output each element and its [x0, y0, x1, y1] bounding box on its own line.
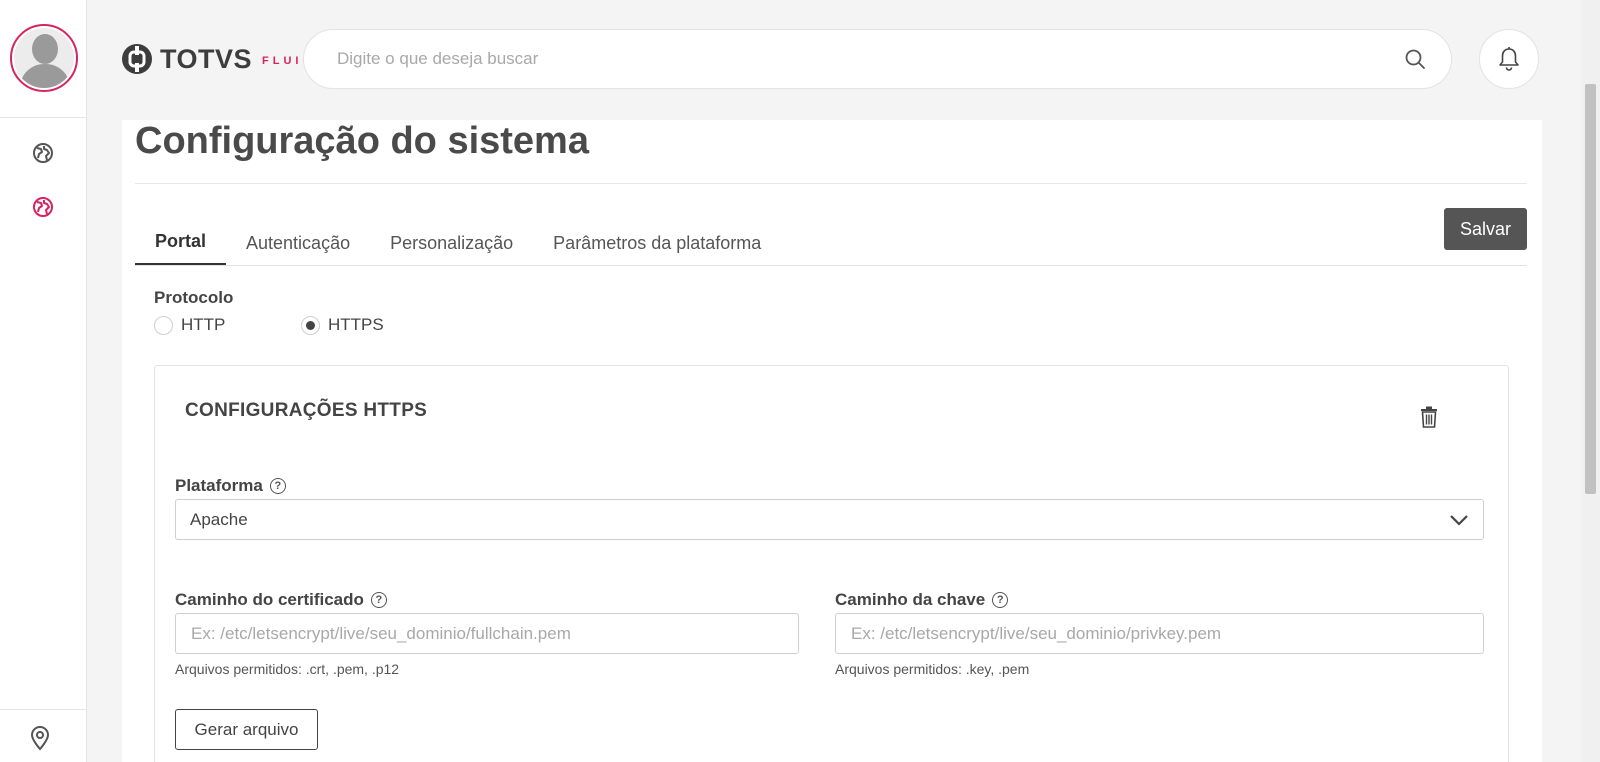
cert-path-label: Caminho do certificado ?	[175, 590, 387, 610]
sidebar-divider	[0, 709, 87, 710]
help-icon[interactable]: ?	[370, 592, 387, 608]
tab-autenticacao[interactable]: Autenticação	[226, 220, 370, 266]
key-path-label: Caminho da chave ?	[835, 590, 1009, 610]
system-config-card: Configuração do sistema Portal Autentica…	[122, 120, 1542, 762]
help-icon[interactable]: ?	[269, 478, 286, 494]
platform-select[interactable]: Apache	[175, 499, 1484, 540]
tabs-divider	[135, 265, 1527, 266]
tab-portal[interactable]: Portal	[135, 220, 227, 266]
radio-http-circle[interactable]	[154, 315, 173, 335]
radio-https[interactable]: HTTPS	[301, 315, 384, 335]
totvs-logo-icon	[122, 44, 152, 74]
sidebar-item-location[interactable]	[28, 726, 52, 751]
platform-label-text: Plataforma	[175, 476, 263, 495]
sidebar-divider	[0, 117, 87, 118]
key-path-label-text: Caminho da chave	[835, 590, 986, 609]
avatar-image	[14, 28, 74, 88]
cert-path-label-text: Caminho do certificado	[175, 590, 364, 609]
radio-https-label: HTTPS	[328, 315, 384, 334]
key-path-input[interactable]	[835, 613, 1484, 654]
logo-text: TOTVS	[160, 43, 253, 74]
help-icon[interactable]: ?	[992, 592, 1009, 608]
app-root: TOTVS FLUIG Configuração do sistema Port…	[0, 0, 1600, 762]
cert-path-input[interactable]	[175, 613, 799, 654]
sidebar-item-globe[interactable]	[31, 141, 55, 165]
search-input[interactable]	[337, 49, 1401, 69]
trash-icon	[1421, 406, 1437, 428]
globe-icon	[33, 197, 53, 217]
chevron-down-icon	[1450, 514, 1468, 526]
notifications-button[interactable]	[1479, 29, 1539, 89]
sidebar-item-globe-active[interactable]	[31, 195, 55, 219]
search-button[interactable]	[1401, 45, 1429, 73]
tab-personalizacao[interactable]: Personalização	[370, 220, 533, 266]
generate-file-button[interactable]: Gerar arquivo	[175, 709, 318, 750]
radio-http[interactable]: HTTP	[154, 315, 225, 335]
page-title: Configuração do sistema	[135, 120, 589, 162]
https-config-panel: CONFIGURAÇÕES HTTPS Plataforma ? Apache	[154, 365, 1509, 762]
vertical-scrollbar[interactable]	[1581, 0, 1600, 762]
scrollbar-thumb[interactable]	[1585, 84, 1596, 494]
https-config-title: CONFIGURAÇÕES HTTPS	[185, 400, 428, 421]
tab-parametros-plataforma[interactable]: Parâmetros da plataforma	[533, 220, 781, 266]
cert-path-hint: Arquivos permitidos: .crt, .pem, .p12	[175, 661, 400, 677]
save-button[interactable]: Salvar	[1444, 208, 1527, 250]
radio-http-label: HTTP	[181, 315, 226, 334]
tab-bar: Portal Autenticação Personalização Parâm…	[135, 220, 781, 266]
left-sidebar	[0, 0, 87, 762]
search-bar	[303, 29, 1452, 89]
delete-config-button[interactable]	[1417, 405, 1441, 429]
protocol-label: Protocolo	[154, 288, 234, 307]
search-icon	[1405, 49, 1425, 69]
bell-icon	[1499, 47, 1519, 71]
platform-select-value: Apache	[190, 509, 248, 529]
key-path-hint: Arquivos permitidos: .key, .pem	[835, 661, 1030, 677]
avatar[interactable]	[10, 24, 78, 92]
totvs-fluig-logo[interactable]: TOTVS FLUIG	[120, 42, 315, 76]
title-divider	[135, 183, 1527, 184]
globe-icon	[33, 143, 53, 163]
location-pin-icon	[30, 726, 50, 751]
radio-https-circle[interactable]	[301, 315, 320, 335]
platform-label: Plataforma ?	[175, 476, 286, 496]
